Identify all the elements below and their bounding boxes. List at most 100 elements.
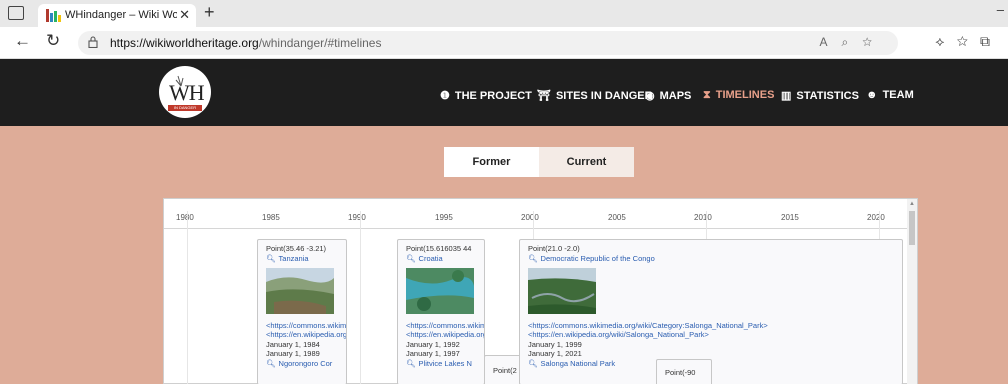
nav-statistics[interactable]: ▥ STATISTICS: [781, 89, 859, 102]
extensions-icon[interactable]: ⟡: [935, 33, 956, 49]
favorites-icon[interactable]: ☆: [957, 33, 980, 49]
year-label: 1985: [262, 213, 280, 222]
site-logo[interactable]: WH IN DANGER: [159, 66, 211, 118]
url-domain: https://wikiworldheritage.org: [110, 36, 259, 50]
year-label: 2020: [867, 213, 885, 222]
start-date: January 1, 1984: [266, 339, 320, 349]
wikipedia-link[interactable]: <https://en.wikipedia.org: [406, 330, 484, 340]
timeline-item[interactable]: Point(35.46 -3.21) 🔍︎ Tanzania <https://c…: [257, 239, 347, 384]
timeline-item-partial[interactable]: Point(-90: [656, 359, 712, 384]
end-date: January 1, 2021: [528, 349, 582, 358]
search-icon: 🔍︎: [528, 358, 538, 368]
nav-label: THE PROJECT: [454, 90, 532, 102]
nav-label: STATISTICS: [796, 90, 859, 102]
nav-label: TIMELINES: [715, 89, 775, 101]
browser-tab-strip: WHindanger – Wiki World Herita ✕ + –: [0, 0, 1008, 27]
year-label: 1990: [348, 213, 366, 222]
site-header: WH IN DANGER ❶ THE PROJECT ⛩ SITES IN DANG…: [0, 59, 1008, 126]
toolbar-right-icons: ⟡☆⧉: [935, 33, 1002, 50]
site-thumbnail-image[interactable]: [406, 268, 474, 314]
globe-icon: ◉: [645, 90, 655, 102]
search-icon: 🔍︎: [528, 253, 538, 263]
site-thumbnail-image[interactable]: [266, 268, 334, 314]
country-link[interactable]: 🔍︎ Democratic Republic of the Congo: [528, 254, 894, 264]
site-favicon-icon: [46, 9, 61, 22]
logo-tag: IN DANGER: [168, 105, 202, 111]
year-label: 1995: [435, 213, 453, 222]
search-icon: 🔍︎: [406, 253, 416, 263]
grid-line: [360, 211, 361, 384]
chart-icon: ▥: [781, 90, 792, 102]
new-tab-icon[interactable]: +: [204, 2, 215, 23]
nav-label: MAPS: [659, 90, 692, 102]
commons-link[interactable]: <https://commons.wikimedia.org: [406, 321, 484, 331]
scroll-up-icon[interactable]: ▲: [909, 201, 915, 207]
timeline-item[interactable]: Point(15.616035 44 🔍︎ Croatia <https://co…: [397, 239, 485, 384]
year-label: 2000: [521, 213, 539, 222]
nav-maps[interactable]: ◉ MAPS: [645, 89, 691, 102]
back-icon[interactable]: ←: [14, 31, 31, 51]
end-date: January 1, 1997: [406, 349, 460, 358]
lock-icon: [88, 36, 98, 48]
url-text: https://wikiworldheritage.org/whindanger…: [110, 36, 381, 50]
site-thumbnail-image[interactable]: [528, 268, 596, 314]
wikipedia-link[interactable]: <https://en.wikipedia.org: [266, 330, 346, 340]
timeline-panel: 1980 1985 1990 1995 2000 2005 2010 2015 …: [163, 198, 918, 384]
year-label: 2010: [694, 213, 712, 222]
current-toggle-button[interactable]: Current: [539, 147, 634, 177]
nav-the-project[interactable]: ❶ THE PROJECT: [440, 89, 532, 102]
close-tab-icon[interactable]: ✕: [179, 7, 190, 23]
address-bar-icons: A⌕☆: [819, 35, 886, 50]
collections-icon[interactable]: ⧉: [980, 33, 1002, 49]
minimize-window-icon[interactable]: –: [997, 2, 1004, 17]
point-text: Point(-90: [665, 368, 696, 377]
nav-sites-in-danger[interactable]: ⛩ SITES IN DANGER: [537, 89, 653, 102]
point-text: Point(2: [493, 366, 517, 375]
point-text: Point(15.616035 44: [406, 244, 472, 253]
info-icon: ❶: [440, 90, 450, 102]
grid-line: [187, 211, 188, 384]
favorite-star-icon[interactable]: ☆: [862, 35, 886, 49]
nav-timelines[interactable]: ⧗ TIMELINES: [703, 89, 774, 102]
year-label: 2005: [608, 213, 626, 222]
users-icon: ☻: [866, 89, 878, 101]
nav-label: TEAM: [882, 89, 914, 101]
site-link[interactable]: 🔍︎ Ngorongoro Cor: [266, 359, 338, 369]
commons-link[interactable]: <https://commons.wikimedia.org: [266, 321, 346, 331]
timeline-axis: 1980 1985 1990 1995 2000 2005 2010 2015 …: [164, 199, 909, 229]
hourglass-icon: ⧗: [703, 89, 711, 101]
search-icon: 🔍︎: [266, 253, 276, 263]
country-link[interactable]: 🔍︎ Croatia: [406, 254, 476, 264]
former-toggle-button[interactable]: Former: [444, 147, 539, 177]
browser-toolbar: ← ↻ https://wikiworldheritage.org/whinda…: [0, 27, 1008, 59]
tab-actions-icon[interactable]: [8, 6, 24, 20]
logo-text: WH: [169, 80, 205, 105]
scrollbar-thumb[interactable]: [909, 211, 915, 245]
point-text: Point(21.0 -2.0): [528, 244, 580, 253]
start-date: January 1, 1992: [406, 339, 460, 349]
commons-link[interactable]: <https://commons.wikimedia.org/wiki/Cate…: [528, 321, 894, 331]
timeline-scrollbar[interactable]: ▲: [907, 199, 917, 384]
temple-icon: ⛩: [537, 90, 551, 102]
end-date: January 1, 1989: [266, 349, 320, 358]
nav-team[interactable]: ☻ TEAM: [866, 89, 914, 101]
zoom-icon[interactable]: ⌕: [841, 35, 862, 49]
refresh-icon[interactable]: ↻: [46, 31, 60, 51]
tab-title: WHindanger – Wiki World Herita: [65, 9, 177, 21]
search-icon: 🔍︎: [406, 358, 416, 368]
main-content: Former Current 1980 1985 1990 1995 2000 …: [0, 126, 1008, 384]
read-aloud-icon[interactable]: A: [819, 35, 841, 49]
url-path: /whindanger/#timelines: [258, 36, 382, 50]
timeline-item-partial[interactable]: Point(2: [484, 355, 524, 384]
start-date: January 1, 1999: [528, 339, 582, 349]
year-label: 2015: [781, 213, 799, 222]
search-icon: 🔍︎: [266, 358, 276, 368]
nav-label: SITES IN DANGER: [555, 90, 653, 102]
site-link[interactable]: 🔍︎ Plitvice Lakes N: [406, 359, 476, 369]
browser-tab[interactable]: WHindanger – Wiki World Herita ✕: [38, 4, 196, 27]
year-label: 1980: [176, 213, 194, 222]
address-bar[interactable]: https://wikiworldheritage.org/whindanger…: [78, 31, 898, 55]
country-link[interactable]: 🔍︎ Tanzania: [266, 254, 338, 264]
wikipedia-link[interactable]: <https://en.wikipedia.org/wiki/Salonga_N…: [528, 330, 894, 340]
point-text: Point(35.46 -3.21): [266, 244, 327, 253]
